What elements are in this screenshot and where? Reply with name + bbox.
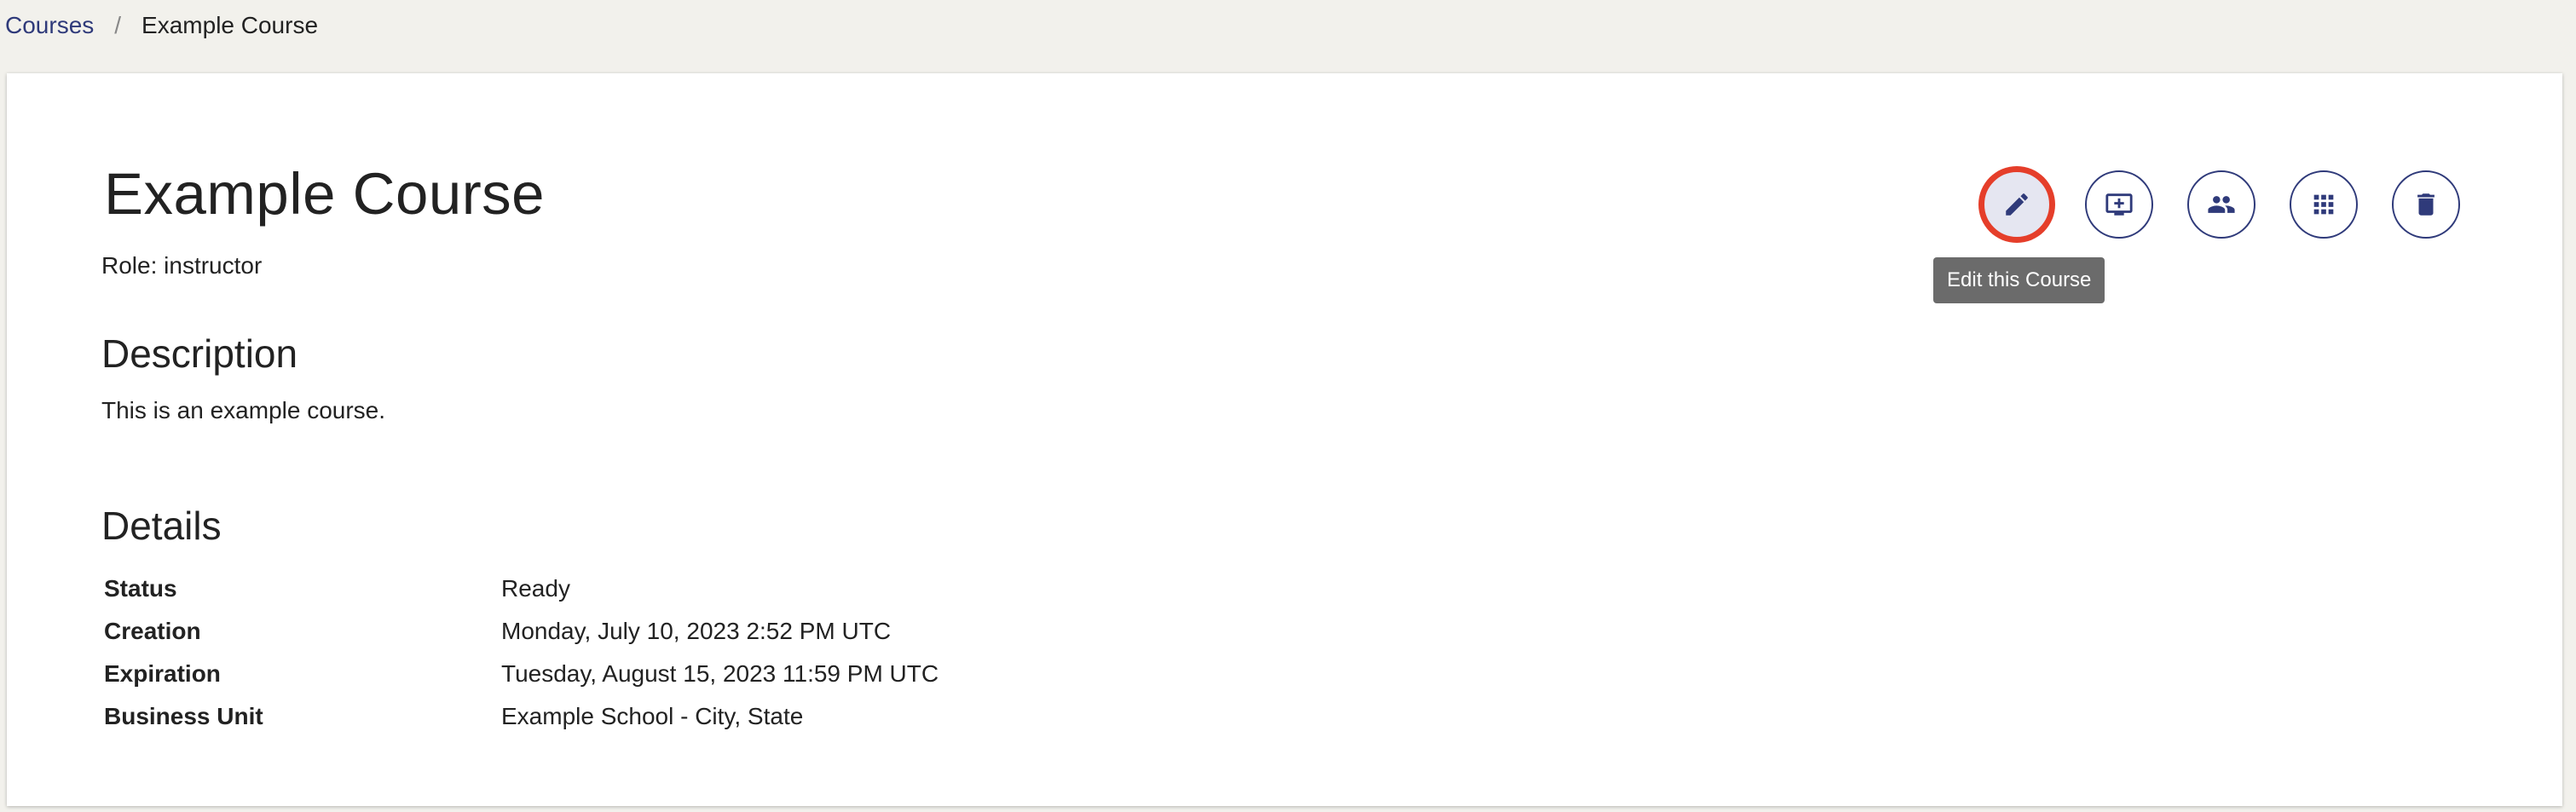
description-text: This is an example course.	[101, 397, 386, 423]
edit-course-button[interactable]	[1983, 170, 2051, 239]
detail-value: Tuesday, August 15, 2023 11:59 PM UTC	[501, 660, 939, 687]
delete-course-button[interactable]	[2392, 170, 2460, 239]
description-heading: Description	[101, 331, 298, 376]
detail-value: Example School - City, State	[501, 703, 804, 729]
add-to-screen-icon	[2105, 193, 2133, 216]
breadcrumb-courses-link[interactable]: Courses	[5, 12, 94, 39]
course-actions	[1983, 170, 2460, 239]
table-row: Status Ready	[104, 567, 939, 610]
role-text: Role: instructor	[101, 252, 263, 279]
add-to-screen-button[interactable]	[2085, 170, 2153, 239]
trash-icon	[2417, 193, 2434, 216]
breadcrumb-separator: /	[114, 12, 122, 38]
details-heading: Details	[101, 504, 222, 548]
table-row: Creation Monday, July 10, 2023 2:52 PM U…	[104, 610, 939, 653]
pencil-icon	[2006, 193, 2028, 216]
table-row: Expiration Tuesday, August 15, 2023 11:5…	[104, 653, 939, 695]
grid-icon	[2313, 194, 2334, 215]
detail-key: Business Unit	[104, 703, 263, 729]
people-icon	[2208, 196, 2235, 213]
detail-value: Monday, July 10, 2023 2:52 PM UTC	[501, 618, 892, 644]
detail-key: Status	[104, 575, 177, 602]
course-card: Example Course Role: instructor Descript…	[7, 73, 2562, 806]
detail-key: Expiration	[104, 660, 221, 687]
apps-grid-button[interactable]	[2290, 170, 2358, 239]
detail-value: Ready	[501, 575, 570, 602]
breadcrumb: Courses / Example Course	[5, 9, 318, 43]
breadcrumb-current: Example Course	[142, 12, 319, 38]
edit-course-tooltip: Edit this Course	[1933, 257, 2105, 303]
people-button[interactable]	[2187, 170, 2255, 239]
page-title: Example Course	[104, 161, 546, 227]
detail-key: Creation	[104, 618, 201, 644]
details-table: Status Ready Creation Monday, July 10, 2…	[104, 567, 939, 738]
table-row: Business Unit Example School - City, Sta…	[104, 695, 939, 738]
